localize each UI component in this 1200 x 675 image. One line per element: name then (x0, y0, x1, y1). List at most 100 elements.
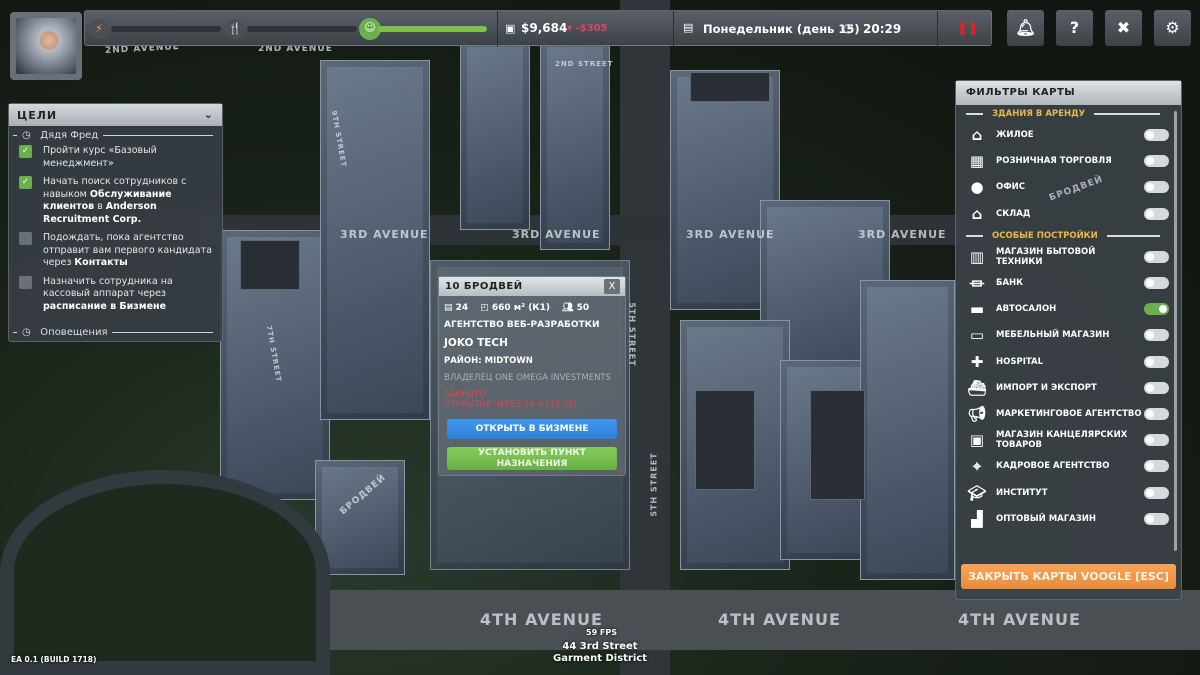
capacity-value: 50 (576, 303, 590, 313)
notifications-button[interactable]: 🔔︎ (1007, 10, 1044, 46)
bug-off-icon: ✖ (1116, 18, 1131, 37)
filter-toggle[interactable] (1144, 277, 1169, 290)
filter-toggle[interactable] (1144, 250, 1169, 263)
scrollbar[interactable] (1174, 111, 1177, 551)
calendar-icon: ▤ (683, 21, 694, 34)
clock-icon: ◷ (843, 21, 854, 35)
filter-item: ▬ АВТОСАЛОН (956, 296, 1181, 322)
building-info-popup: 10 БРОДВЕЙ X ▤ 24 ◰ 660 м² (К1) 👥︎ 50 АГ… (438, 276, 626, 476)
goal-text: Пройти курс «Базовый менеджмент» (43, 145, 157, 169)
filter-toggle[interactable] (1144, 381, 1169, 394)
fps-counter: 59 FPS (586, 628, 618, 637)
happiness-bar (377, 26, 487, 32)
filter-item: ⛴ ИМПОРТ И ЭКСПОРТ (956, 375, 1181, 401)
business-type: АГЕНТСТВО ВЕБ-РАЗРАБОТКИ (444, 320, 600, 330)
time-label: 20:29 (863, 22, 902, 36)
bell-icon: 🔔︎ (1015, 18, 1036, 37)
clock-icon: ◷ (22, 327, 31, 338)
street-label: 3RD AVENUE (512, 228, 601, 241)
filter-toggle[interactable] (1144, 434, 1169, 447)
filter-toggle[interactable] (1144, 486, 1169, 499)
section-title: Оповещения (40, 327, 108, 338)
street-label: 3RD AVENUE (686, 228, 775, 241)
hospital-icon: ✚ (970, 352, 984, 371)
filter-item: ⌖ КАДРОВОЕ АГЕНТСТВО (956, 453, 1181, 479)
street-label: 2ND STREET (555, 60, 614, 68)
area-value: 660 м² (К1) (491, 303, 551, 313)
collapse-chevron-icon[interactable]: ⌄ (204, 108, 214, 121)
money-change-value: -$305 (575, 23, 608, 34)
open-in-bizman-button[interactable]: ОТКРЫТЬ В БИЗМЕНЕ (447, 419, 617, 439)
street-label: 4TH AVENUE (958, 610, 1081, 629)
debug-button[interactable]: ✖ (1105, 10, 1142, 46)
filter-toggle[interactable] (1144, 181, 1169, 194)
help-button[interactable]: ? (1056, 10, 1093, 46)
goal-link: расписание в Бизмене (43, 300, 167, 312)
floors-icon: ▤ (444, 303, 453, 313)
goals-title: ЦЕЛИ (17, 109, 58, 122)
forklift-icon: ▟ (971, 509, 983, 528)
filter-toggle[interactable] (1144, 329, 1169, 342)
goals-header[interactable]: ЦЕЛИ ⌄ (9, 104, 222, 126)
graduation-cap-icon: 🎓︎ (967, 483, 987, 502)
gear-icon: ⚙ (1165, 18, 1180, 37)
recruit-icon: ⌖ (972, 457, 982, 476)
goal-item: Назначить сотрудника на кассовый аппарат… (19, 275, 212, 314)
section-title: Дядя Фред (40, 130, 99, 141)
close-map-button[interactable]: ЗАКРЫТЬ КАРТЫ VOOGLE [ESC] (961, 564, 1176, 589)
office-worker-icon: ● (970, 178, 984, 197)
filter-item: ⌂ СКЛАД (956, 201, 1181, 227)
hunger-bar (247, 26, 357, 32)
checkbox-checked: ✓ (19, 145, 32, 158)
settings-button[interactable]: ⚙ (1154, 10, 1191, 46)
avatar[interactable] (10, 12, 82, 80)
appliance-icon: ▥ (969, 247, 985, 266)
pause-button[interactable]: ❚❚ (957, 21, 979, 36)
section-title: ОСОБЫЕ ПОСТРОЙКИ (992, 230, 1098, 241)
filter-toggle[interactable] (1144, 129, 1169, 142)
filter-toggle[interactable] (1144, 512, 1169, 525)
street-label: 3RD AVENUE (340, 228, 429, 241)
location-address: 44 3rd Street (562, 641, 638, 652)
business-name: JOKO TECH (444, 337, 508, 349)
clock-icon: ◷ (22, 130, 31, 141)
filter-label: КАДРОВОЕ АГЕНТСТВО (996, 461, 1110, 472)
street-label: 4TH AVENUE (480, 610, 603, 629)
filter-toggle[interactable] (1144, 303, 1169, 316)
notifications-section[interactable]: ◷ Оповещения (9, 327, 222, 338)
filter-item: ▦ РОЗНИЧНАЯ ТОРГОВЛЯ (956, 148, 1181, 174)
car-icon: ▬ (969, 300, 985, 319)
filter-label: РОЗНИЧНАЯ ТОРГОВЛЯ (996, 156, 1112, 167)
floors-value: 24 (455, 303, 469, 313)
checkbox-unchecked (19, 275, 32, 289)
filter-label: МЕБЕЛЬНЫЙ МАГАЗИН (996, 330, 1110, 341)
building-stats: ▤ 24 ◰ 660 м² (К1) 👥︎ 50 (444, 303, 620, 313)
filter-toggle[interactable] (1144, 207, 1169, 220)
filter-toggle[interactable] (1144, 407, 1169, 420)
megaphone-icon: 📢︎ (967, 404, 987, 423)
sofa-icon: ▭ (969, 326, 985, 345)
filter-label: МАГАЗИН КАНЦЕЛЯРСКИХ ТОВАРОВ (996, 430, 1128, 451)
set-destination-button[interactable]: УСТАНОВИТЬ ПУНКТ НАЗНАЧЕНИЯ (447, 447, 617, 470)
filter-toggle[interactable] (1144, 460, 1169, 473)
ship-icon: ⛴ (967, 378, 987, 397)
filter-label: ОПТОВЫЙ МАГАЗИН (996, 513, 1097, 524)
question-icon: ? (1069, 18, 1080, 37)
checkbox-checked: ✓ (19, 176, 32, 189)
filter-toggle[interactable] (1144, 355, 1169, 368)
energy-icon: ⚡ (89, 19, 109, 39)
filter-item: ▟ ОПТОВЫЙ МАГАЗИН (956, 506, 1181, 532)
goals-section: ◷ Дядя Фред (9, 130, 222, 141)
hunger-icon: 🍴 (225, 19, 245, 39)
energy-bar (111, 26, 221, 32)
bank-icon: ⏛ (969, 274, 985, 293)
close-button[interactable]: X (604, 279, 620, 294)
street-label: 5TH STREET (649, 452, 659, 517)
filter-label: ИМПОРТ И ЭКСПОРТ (996, 382, 1097, 393)
filter-item: 🎓︎ ИНСТИТУТ (956, 479, 1181, 505)
filter-toggle[interactable] (1144, 155, 1169, 168)
filter-item: 📢︎ МАРКЕТИНГОВОЕ АГЕНТСТВО (956, 401, 1181, 427)
filter-item: ▣ МАГАЗИН КАНЦЕЛЯРСКИХ ТОВАРОВ (956, 427, 1181, 453)
filter-item: ⏛ БАНК (956, 270, 1181, 296)
house-icon: ⌂ (971, 126, 983, 145)
